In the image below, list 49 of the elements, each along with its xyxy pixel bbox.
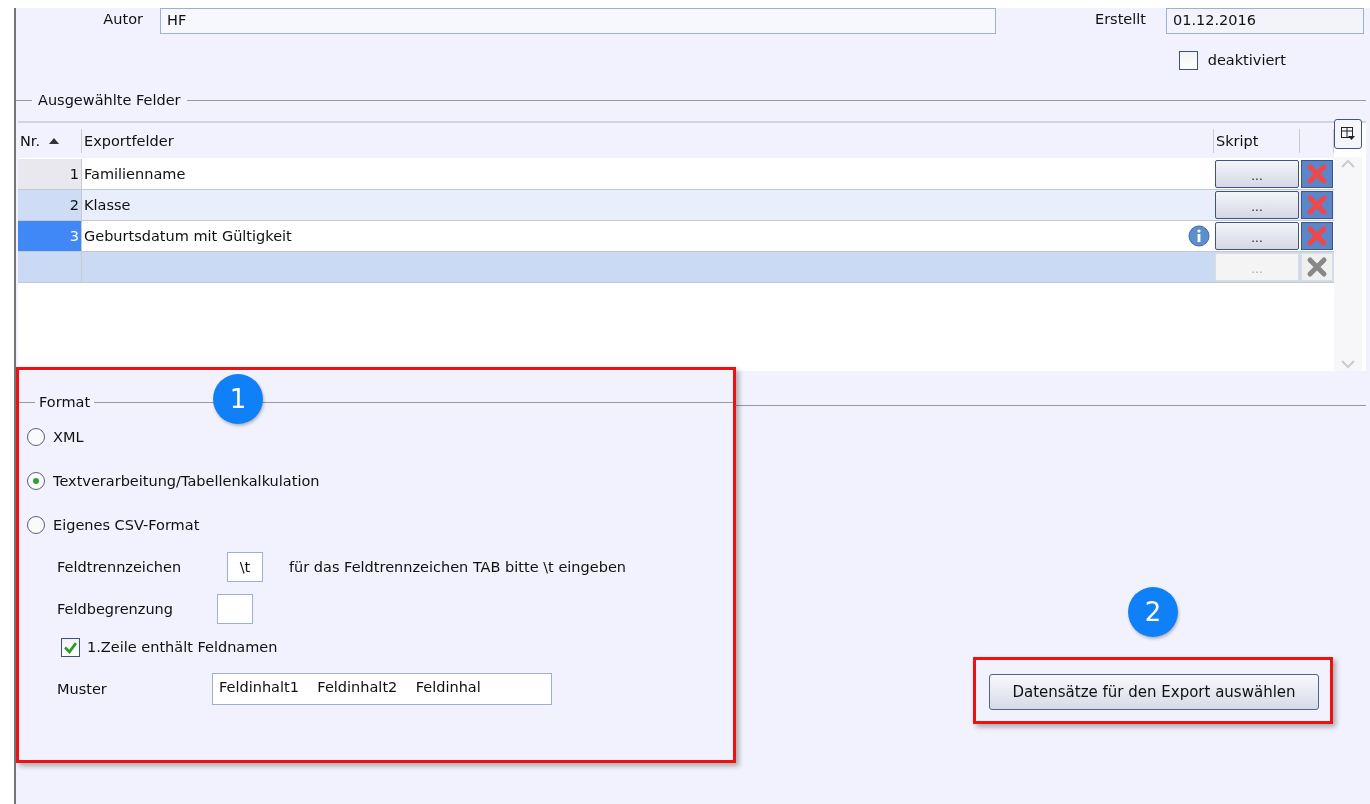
table-cell: Familienname <box>84 166 186 182</box>
radio-label: Textverarbeitung/Tabellenkalkulation <box>53 473 320 489</box>
field-label: Erstellt <box>1094 11 1146 27</box>
author-field[interactable]: HF <box>160 8 996 34</box>
delete-button[interactable] <box>1301 160 1333 188</box>
sort-up-icon <box>48 136 61 145</box>
table-cell: Klasse <box>84 197 131 213</box>
column-chooser-icon <box>1340 126 1356 142</box>
radio-button[interactable] <box>27 428 45 446</box>
script-button[interactable]: ... <box>1215 222 1299 250</box>
delete-icon <box>1306 256 1328 278</box>
radio-button[interactable] <box>27 472 45 490</box>
delete-button[interactable] <box>1301 222 1333 250</box>
field-label: Autor <box>103 11 143 27</box>
hint-text: für das Feldtrennzeichen TAB bitte \t eingeben <box>289 559 626 575</box>
column-header[interactable]: Nr. <box>20 132 41 149</box>
step-badge: 2 <box>1128 587 1178 637</box>
table-cell: Geburtsdatum mit Gültigkeit <box>84 228 292 244</box>
section-title: Format <box>39 394 91 410</box>
checkbox-label: 1.Zeile enthält Feldnamen <box>87 639 278 655</box>
field-label: Muster <box>57 681 108 697</box>
checkbox[interactable] <box>61 637 80 657</box>
field-label: Feldbegrenzung <box>57 601 174 617</box>
delimiter-field[interactable] <box>217 594 253 624</box>
info-icon[interactable] <box>1188 225 1210 247</box>
row-number: 1 <box>18 159 82 189</box>
column-header[interactable]: Exportfelder <box>84 132 174 149</box>
checkbox[interactable] <box>1178 50 1198 70</box>
radio-label: Eigenes CSV-Format <box>53 517 200 533</box>
delete-icon <box>1306 225 1328 247</box>
row-number: 3 <box>18 221 82 251</box>
section-title: Ausgewählte Felder <box>38 92 181 108</box>
delete-icon <box>1306 194 1328 216</box>
radio-label: XML <box>53 429 84 445</box>
export-button[interactable]: Datensätze für den Export auswählen <box>989 674 1319 710</box>
script-button[interactable]: ... <box>1215 191 1299 219</box>
pattern-field[interactable]: Feldinhalt1 Feldinhalt2 Feldinhal <box>212 673 552 705</box>
column-chooser-button[interactable] <box>1334 119 1362 149</box>
script-button[interactable]: ... <box>1215 160 1299 188</box>
row-number: 2 <box>18 190 82 220</box>
delete-icon <box>1306 163 1328 185</box>
column-header[interactable]: Skript <box>1216 132 1259 149</box>
delete-button[interactable] <box>1301 191 1333 219</box>
radio-button[interactable] <box>27 516 45 534</box>
checkbox-label: deaktiviert <box>1207 52 1286 68</box>
created-field[interactable]: 01.12.2016 <box>1166 8 1364 34</box>
field-label: Feldtrennzeichen <box>57 559 183 575</box>
separator-field[interactable]: \t <box>227 552 263 582</box>
step-badge: 1 <box>213 374 263 424</box>
